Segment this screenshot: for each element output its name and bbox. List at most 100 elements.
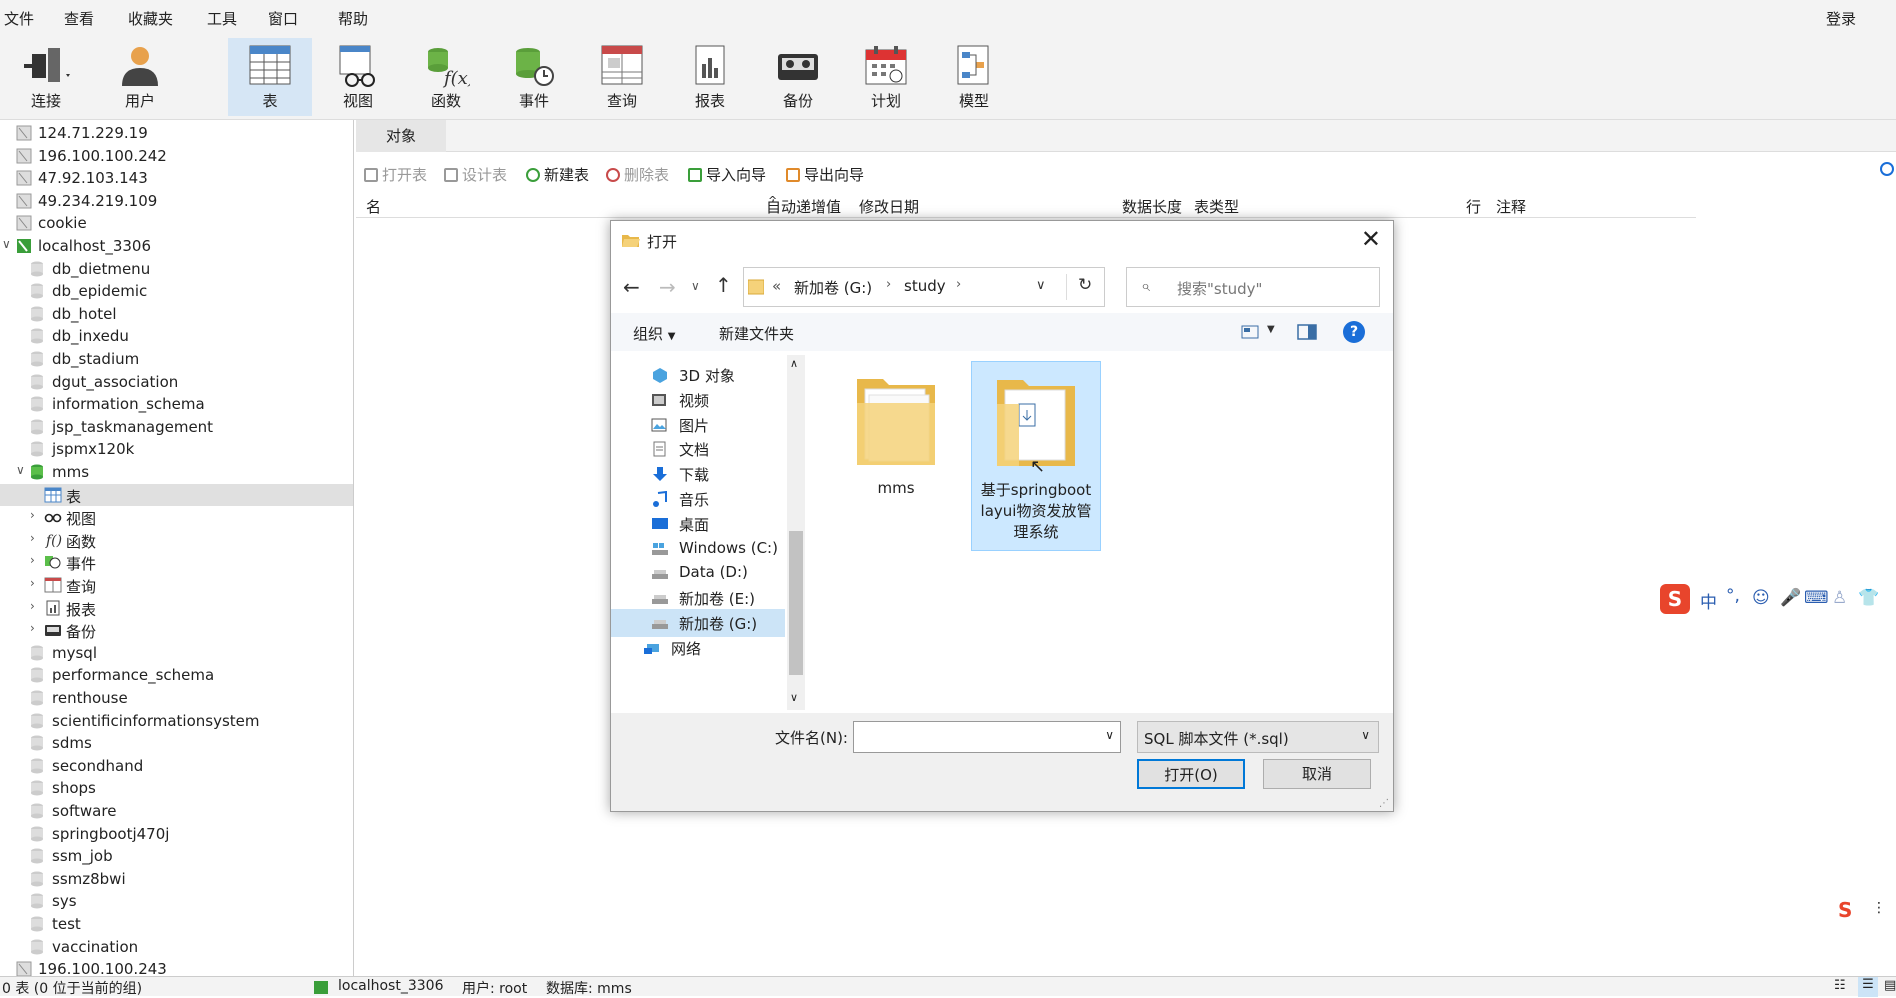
col-table-type[interactable]: 表类型 (1194, 196, 1239, 217)
import-wizard-button[interactable]: 导入向导 (688, 164, 766, 185)
tree-item[interactable]: 196.100.100.243 (0, 958, 353, 976)
query-button[interactable]: 查询 (580, 38, 664, 116)
tree-item[interactable]: 49.234.219.109 (0, 190, 353, 212)
folder-item-mms[interactable]: mms (831, 361, 961, 551)
navigation-pane[interactable]: 3D 对象 视频 图片 文档 下载 音乐 桌面 Windows (C:) Data (D:) 新加… (611, 355, 803, 710)
tree-item[interactable]: › 报表 (0, 597, 353, 619)
ime-tray-menu-icon[interactable]: ⋮ (1872, 900, 1886, 916)
filename-input[interactable]: ∨ (853, 721, 1121, 753)
nav-item[interactable]: 图片 (611, 411, 785, 439)
tree-item[interactable]: sdms (0, 732, 353, 754)
col-name[interactable]: 名 (366, 196, 381, 217)
collapse-chevron-icon[interactable]: › (30, 599, 35, 613)
schedule-button[interactable]: 计划 (844, 38, 928, 116)
view-mode-dropdown-icon[interactable]: ▼ (1267, 324, 1275, 335)
menu-window[interactable]: 窗口 (268, 8, 298, 29)
menu-view[interactable]: 查看 (64, 8, 94, 29)
tree-item[interactable]: ∨ mms (0, 461, 353, 483)
tree-item[interactable]: 47.92.103.143 (0, 167, 353, 189)
list-view-icon[interactable]: ☰ (1858, 977, 1878, 997)
tab-objects[interactable]: 对象 (356, 120, 446, 152)
filename-dropdown-icon[interactable]: ∨ (1105, 728, 1114, 742)
folder-item-springboot-project[interactable]: ↖ 基于springboot layui物资发放管理系统 (971, 361, 1101, 551)
ime-toolbar[interactable]: S 中 °, ☺ 🎤 ⌨ ♙ 👕 (1656, 582, 1896, 618)
help-icon[interactable]: ? (1343, 321, 1365, 343)
filetype-dropdown-icon[interactable]: ∨ (1361, 728, 1370, 742)
event-button[interactable]: 事件 (492, 38, 576, 116)
login-link[interactable]: 登录 (1826, 8, 1856, 29)
breadcrumb-folder[interactable]: study (904, 277, 946, 295)
collapse-chevron-icon[interactable]: › (30, 508, 35, 522)
nav-item[interactable]: 文档 (611, 435, 785, 463)
recent-dropdown-icon[interactable]: ∨ (691, 279, 700, 293)
col-comment[interactable]: 注释 (1496, 196, 1526, 217)
tree-item[interactable]: › 视图 (0, 506, 353, 528)
tree-item[interactable]: springbootj470j (0, 823, 353, 845)
forward-arrow-icon[interactable]: → (659, 275, 676, 299)
tree-item[interactable]: ∨ localhost_3306 (0, 235, 353, 257)
scroll-thumb[interactable] (789, 531, 803, 675)
model-button[interactable]: 模型 (932, 38, 1016, 116)
view-button[interactable]: 视图 (316, 38, 400, 116)
scroll-up-icon[interactable]: ∧ (790, 357, 798, 370)
scroll-down-icon[interactable]: ∨ (790, 691, 798, 704)
nav-item[interactable]: Windows (C:) (611, 535, 785, 563)
collapse-chevron-icon[interactable]: › (30, 531, 35, 545)
tree-item[interactable]: scientificinformationsystem (0, 710, 353, 732)
grid-view-icon[interactable]: ☷ (1834, 978, 1846, 993)
open-button[interactable]: 打开(O) (1137, 759, 1245, 789)
collapse-chevron-icon[interactable]: › (30, 553, 35, 567)
col-auto-increment[interactable]: 自动递增值 (766, 196, 841, 217)
detail-view-icon[interactable]: ▤ (1884, 978, 1896, 993)
nav-item[interactable]: 网络 (611, 634, 777, 662)
tree-item[interactable]: secondhand (0, 755, 353, 777)
address-dropdown-icon[interactable]: ∨ (1036, 278, 1046, 293)
tree-item[interactable]: cookie (0, 212, 353, 234)
tree-item[interactable]: renthouse (0, 687, 353, 709)
design-table-button[interactable]: 设计表 (444, 164, 507, 185)
tree-item[interactable]: 124.71.229.19 (0, 122, 353, 144)
tree-item[interactable]: test (0, 913, 353, 935)
menu-favorites[interactable]: 收藏夹 (128, 8, 173, 29)
nav-item[interactable]: 新加卷 (G:) (611, 609, 785, 637)
tree-item[interactable]: › 备份 (0, 619, 353, 641)
nav-item[interactable]: 桌面 (611, 510, 785, 538)
tree-item[interactable]: 表 (0, 483, 353, 506)
tree-item[interactable]: › 事件 (0, 551, 353, 573)
nav-item[interactable]: 下载 (611, 460, 785, 488)
expand-chevron-icon[interactable]: ∨ (16, 463, 25, 477)
tree-item[interactable]: jspmx120k (0, 438, 353, 460)
col-data-length[interactable]: 数据长度 (1122, 196, 1182, 217)
tree-item[interactable]: shops (0, 777, 353, 799)
user-button[interactable]: 用户 (98, 38, 182, 116)
tree-item[interactable]: db_stadium (0, 348, 353, 370)
connection-tree[interactable]: 124.71.229.19 196.100.100.242 47.92.103.14… (0, 120, 354, 976)
menu-file[interactable]: 文件 (4, 8, 34, 29)
up-arrow-icon[interactable]: ↑ (715, 273, 732, 297)
tree-item[interactable]: ssmz8bwi (0, 868, 353, 890)
back-arrow-icon[interactable]: ← (623, 275, 640, 299)
search-box[interactable]: ⌕ 搜索"study" (1126, 267, 1380, 307)
preview-pane-icon[interactable] (1297, 324, 1317, 340)
refresh-icon[interactable]: ↻ (1078, 275, 1092, 295)
collapse-chevron-icon[interactable]: › (30, 576, 35, 590)
nav-item[interactable]: 音乐 (611, 485, 785, 513)
delete-table-button[interactable]: 删除表 (606, 164, 669, 185)
tree-item[interactable]: sys (0, 890, 353, 912)
nav-item[interactable]: 3D 对象 (611, 361, 785, 389)
export-wizard-button[interactable]: 导出向导 (786, 164, 864, 185)
cancel-button[interactable]: 取消 (1263, 759, 1371, 789)
view-mode-icon[interactable] (1241, 325, 1259, 339)
breadcrumb-overflow[interactable]: « (772, 277, 781, 295)
breadcrumb-drive[interactable]: 新加卷 (G:) (794, 277, 872, 298)
open-table-button[interactable]: 打开表 (364, 164, 427, 185)
new-table-button[interactable]: 新建表 (526, 164, 589, 185)
tree-item[interactable]: performance_schema (0, 664, 353, 686)
navigation-scrollbar[interactable]: ∧ ∨ (787, 355, 805, 710)
col-rows[interactable]: 行 (1466, 196, 1481, 217)
tree-item[interactable]: vaccination (0, 936, 353, 958)
ime-tray-icon[interactable]: S (1838, 898, 1862, 922)
tree-item[interactable]: db_inxedu (0, 325, 353, 347)
nav-item[interactable]: 新加卷 (E:) (611, 584, 785, 612)
tree-item[interactable]: db_epidemic (0, 280, 353, 302)
